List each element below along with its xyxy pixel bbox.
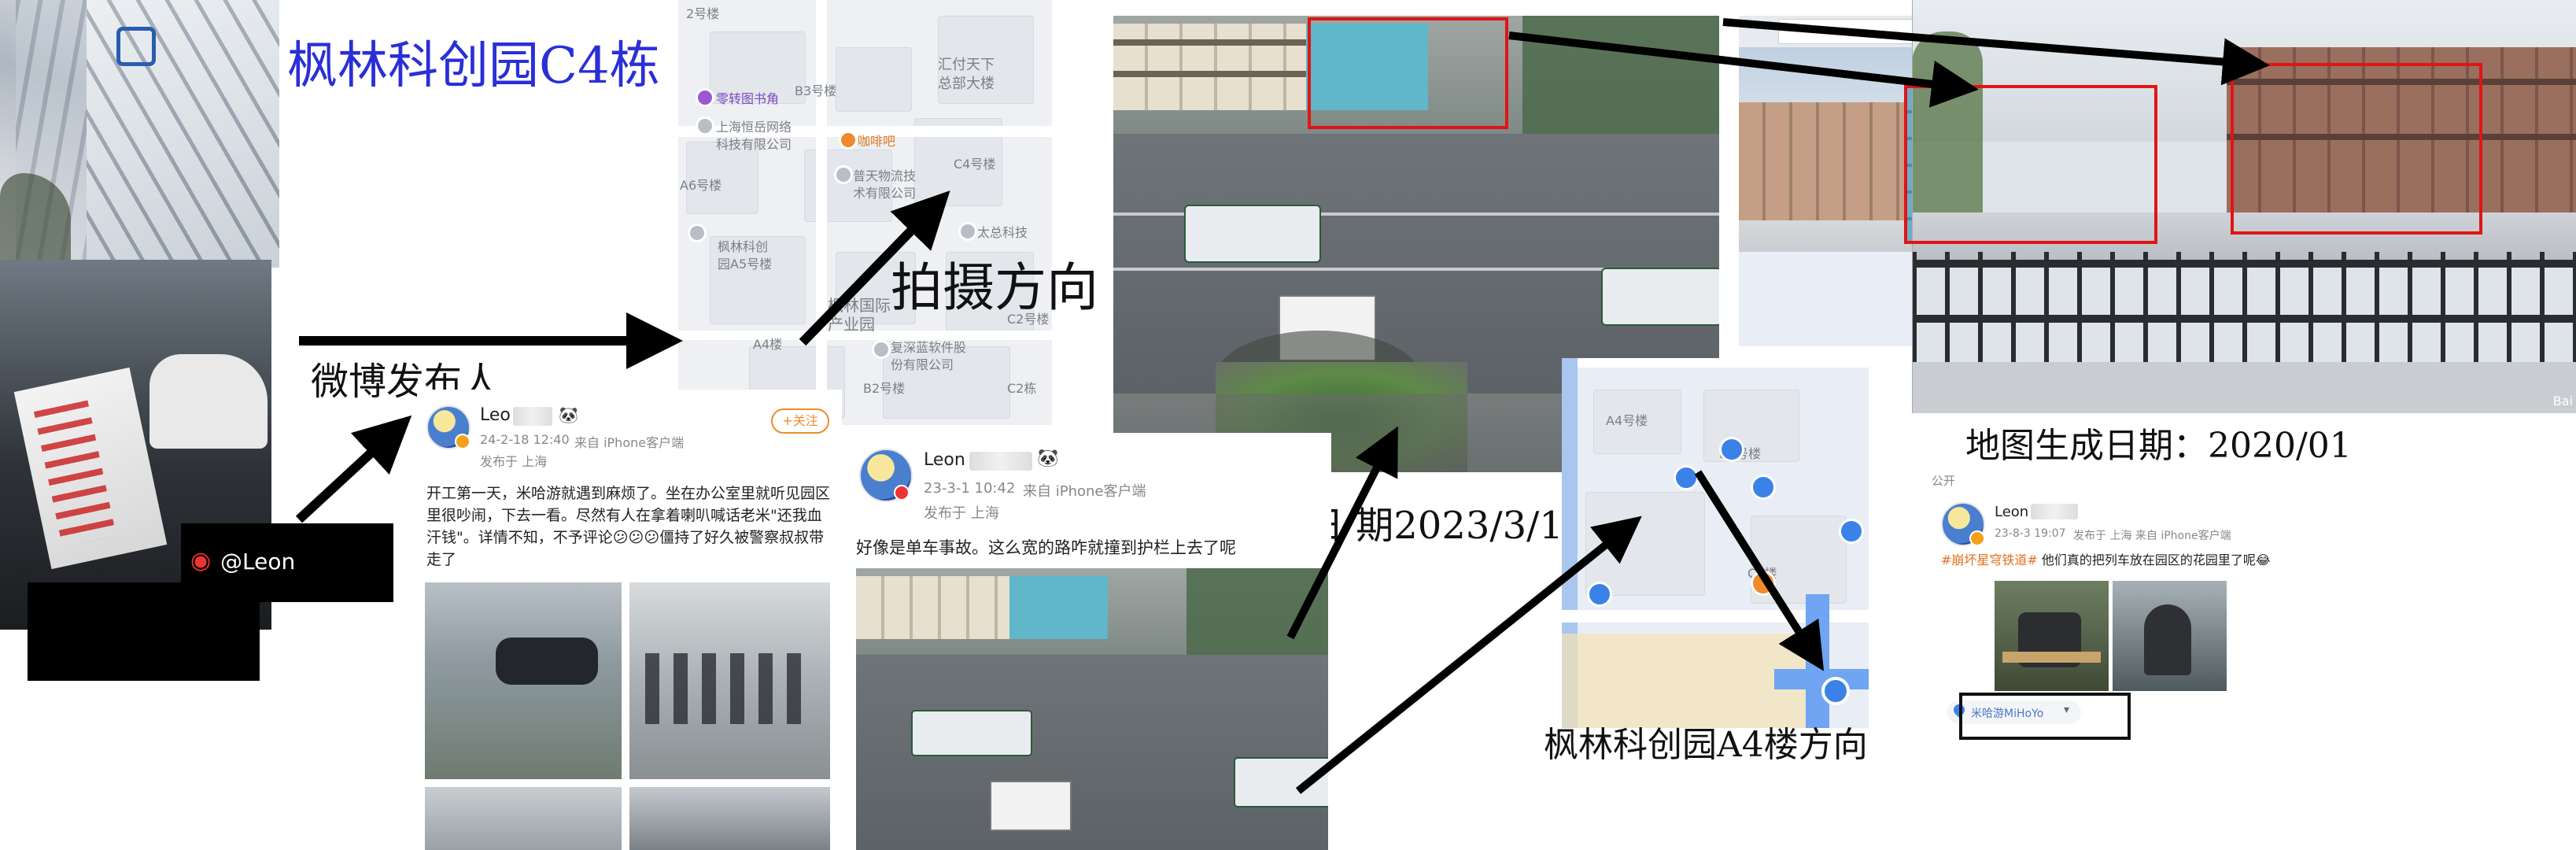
weibo-watermark: @Leon (220, 549, 296, 575)
parking-icon (1751, 475, 1776, 500)
post-photo[interactable] (629, 582, 830, 779)
post-photo[interactable] (629, 787, 830, 850)
username-redaction (513, 407, 552, 426)
follow-button[interactable]: +关注 (771, 408, 829, 434)
map-label: 上海恒岳网络 (716, 120, 792, 135)
post-date: 24-2-18 12:40 (480, 432, 570, 447)
post-photo[interactable] (856, 568, 1328, 850)
post-body-text: 他们真的把列车放在园区的花园里了呢😂 (2037, 552, 2271, 567)
map-label: C4号楼 (954, 157, 996, 172)
pin-icon (872, 340, 891, 359)
post-location: 发布于 上海 (480, 454, 548, 469)
map-label: A4楼 (753, 337, 783, 352)
post-photo[interactable] (1995, 581, 2109, 691)
post-meta: 发布于 上海 来自 iPhone客户端 (2073, 530, 2231, 542)
parking-icon (1719, 437, 1744, 462)
post-photo[interactable] (425, 582, 622, 779)
pin-icon (958, 222, 977, 241)
map-label: 太总科技 (977, 225, 1028, 240)
map-label: 园A5号楼 (718, 257, 773, 272)
map-label: 咖啡吧 (858, 134, 896, 149)
weibo-post-2: Leon 🐼 23-3-1 10:42 来自 iPhone客户端 发布于 上海 … (851, 433, 1331, 850)
post-source: 来自 iPhone客户端 (574, 435, 685, 450)
map-label: 份有限公司 (891, 357, 954, 372)
parking-icon (1587, 582, 1612, 607)
pin-icon (834, 165, 853, 184)
map-label: 汇付天下 (938, 57, 995, 73)
panda-icon: 🐼 (1037, 449, 1059, 468)
post-photo[interactable] (2113, 581, 2227, 691)
map-label: B3号楼 (795, 83, 837, 98)
pin-icon (696, 116, 714, 135)
map-label: 术有限公司 (853, 186, 917, 201)
location-pin-icon (1751, 571, 1776, 596)
verified-badge-icon (455, 434, 471, 449)
weibo-icon: ◉ (190, 547, 212, 575)
collage-photo-building-top (87, 0, 279, 268)
map-label: 科技有限公司 (716, 137, 792, 152)
post-body: #崩坏星穹铁道# 他们真的把列车放在园区的花园里了呢😂 (1941, 551, 2405, 570)
username-redaction (969, 452, 1032, 471)
map-center: 2号楼 B3号楼 汇付天下 总部大楼 零转图书角 上海恒岳网络 科技有限公司 咖… (678, 0, 1052, 425)
map-label: 普天物流技 (853, 168, 917, 183)
verified-badge-icon (894, 485, 910, 501)
map-label: C2栋 (1007, 381, 1037, 396)
parking-icon (1839, 519, 1864, 544)
map-label: 产业园 (828, 315, 875, 334)
username[interactable]: Leo (480, 405, 511, 425)
pin-icon (696, 88, 714, 107)
parking-icon (1674, 465, 1699, 490)
label-shooting-direction: 拍摄方向 (891, 257, 1098, 318)
label-map-date: 地图生成日期：2020/01 (1965, 426, 2352, 466)
post-body: 好像是单车事故。这么宽的路咋就撞到护栏上去了呢 (856, 538, 1236, 557)
map-right: A4号楼 B2号楼 C2楼 (1562, 358, 1869, 728)
username[interactable]: Leon (1995, 504, 2028, 520)
post-source: 来自 iPhone客户端 (1023, 483, 1146, 500)
weibo-post-1: Leo 🐼 24-2-18 12:40 来自 iPhone客户端 发布于 上海 … (417, 390, 842, 850)
highlight-box-building-photo (1308, 17, 1508, 129)
map-label: 枫林科创 (718, 239, 769, 254)
pin-icon (688, 224, 707, 242)
map-label: 零转图书角 (716, 91, 780, 106)
post-date: 23-8-3 19:07 (1995, 527, 2066, 540)
coffee-icon (839, 131, 858, 150)
post-photo[interactable] (425, 787, 622, 850)
highlight-box-brown-building (2231, 63, 2482, 235)
visibility-label: 公开 (1932, 474, 1956, 488)
username-redaction (2031, 504, 2078, 519)
map-label: 总部大楼 (938, 76, 995, 92)
verified-badge-icon (1969, 530, 1985, 546)
map-label: A6号楼 (680, 178, 722, 193)
label-a4-direction: 枫林科创园A4楼方向 (1544, 725, 1868, 765)
current-location-icon (1821, 677, 1850, 705)
watermark-box: ◉ @Leon (181, 523, 393, 602)
post-location: 发布于 上海 (924, 505, 999, 522)
highlight-box-blue-building (1904, 85, 2157, 244)
page-title: 枫林科创园C4栋 (287, 37, 660, 95)
arrow-to-poster (295, 415, 412, 523)
map-label: A4号楼 (1606, 413, 1648, 428)
highlight-box-location (1959, 693, 2131, 740)
post-date: 23-3-1 10:42 (924, 480, 1016, 497)
map-label: B2号楼 (863, 381, 906, 396)
street-view-watermark: Bai (2552, 394, 2573, 408)
map-label: 复深蓝软件股 (891, 340, 967, 355)
panda-icon: 🐼 (559, 405, 578, 424)
topic-tag[interactable]: #崩坏星穹铁道# (1941, 552, 2038, 567)
username[interactable]: Leon (924, 450, 965, 470)
post-body: 开工第一天，米哈游就遇到麻烦了。坐在办公室里就听见园区里很吵闹，下去一看。尽然有… (426, 485, 831, 568)
map-label: 2号楼 (686, 6, 720, 21)
